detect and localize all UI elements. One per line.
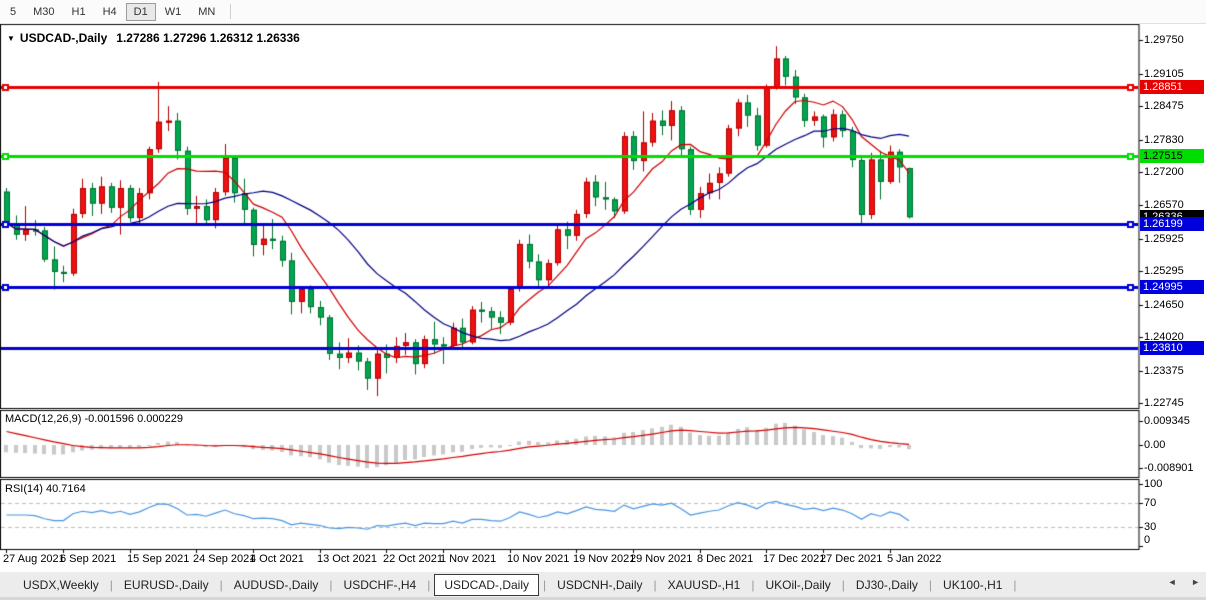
- price-axis-label: 1.24650: [1144, 300, 1184, 311]
- rsi-axis-label: 30: [1144, 522, 1156, 533]
- tab-separator: |: [541, 578, 548, 592]
- price-axis-label: 1.25925: [1144, 234, 1184, 245]
- resistance-level-badge: 1.28851: [1140, 80, 1204, 94]
- tab-scroll-left-icon[interactable]: ◄: [1168, 577, 1177, 587]
- date-axis-label: 17 Dec 2021: [763, 553, 825, 565]
- price-axis-label: 1.29105: [1144, 69, 1184, 80]
- chart-title: ▼ USDCAD-,Daily 1.27286 1.27296 1.26312 1.…: [7, 31, 300, 45]
- tab-eurusd-daily[interactable]: EURUSD-,Daily: [115, 575, 218, 595]
- tab-separator: |: [108, 578, 115, 592]
- tab-separator: |: [425, 578, 432, 592]
- date-axis-label: 27 Dec 2021: [820, 553, 882, 565]
- timeframe-h4-button[interactable]: H4: [95, 3, 125, 21]
- support-level-badge: 1.27515: [1140, 149, 1204, 163]
- date-axis-label: 15 Sep 2021: [127, 553, 189, 565]
- rsi-axis-label: 0: [1144, 535, 1150, 546]
- date-axis-label: 19 Nov 2021: [573, 553, 635, 565]
- date-axis-label: 1 Nov 2021: [440, 553, 496, 565]
- chart-canvas[interactable]: [0, 0, 1206, 600]
- price-axis-label: 1.28475: [1144, 101, 1184, 112]
- price-axis-label: 1.27200: [1144, 167, 1184, 178]
- toolbar-separator: [230, 4, 231, 19]
- tab-separator: |: [327, 578, 334, 592]
- chart-quote-ohlc: 1.27286 1.27296 1.26312 1.26336: [116, 31, 300, 45]
- rsi-indicator-label: RSI(14) 40.7164: [5, 483, 86, 495]
- tab-separator: |: [652, 578, 659, 592]
- date-axis-label: 24 Sep 2021: [193, 553, 255, 565]
- tab-separator: |: [1011, 578, 1018, 592]
- tab-usdcnh-daily[interactable]: USDCNH-,Daily: [548, 575, 651, 595]
- date-axis-label: 27 Aug 2021: [3, 553, 65, 565]
- price-axis-label: 1.25295: [1144, 266, 1184, 277]
- price-axis-label: 1.22745: [1144, 398, 1184, 409]
- timeframe-mn-button[interactable]: MN: [190, 3, 223, 21]
- tab-xauusd-h1[interactable]: XAUUSD-,H1: [659, 575, 750, 595]
- date-axis-label: 4 Oct 2021: [250, 553, 304, 565]
- level-badge: 1.26199: [1140, 217, 1204, 231]
- date-axis-label: 13 Oct 2021: [317, 553, 377, 565]
- timeframe-toolbar: 5M30H1H4D1W1MN: [0, 0, 1206, 24]
- tab-separator: |: [749, 578, 756, 592]
- tab-usdchf-h4[interactable]: USDCHF-,H4: [335, 575, 426, 595]
- chart-symbol-label: USDCAD-,Daily: [20, 31, 107, 45]
- date-axis-label: 10 Nov 2021: [507, 553, 569, 565]
- price-axis-label: 1.27830: [1144, 135, 1184, 146]
- date-axis-label: 5 Jan 2022: [887, 553, 941, 565]
- trading-terminal-window: 5M30H1H4D1W1MN ▼ USDCAD-,Daily 1.27286 1.2…: [0, 0, 1206, 600]
- level-badge: 1.24995: [1140, 280, 1204, 294]
- macd-axis-label: -0.008901: [1144, 463, 1194, 474]
- tab-scroll-arrows: ◄ ►: [1156, 577, 1200, 587]
- rsi-axis-label: 70: [1144, 498, 1156, 509]
- timeframe-d1-button[interactable]: D1: [126, 3, 156, 21]
- timeframe-w1-button[interactable]: W1: [157, 3, 190, 21]
- tab-dj30-daily[interactable]: DJ30-,Daily: [847, 575, 927, 595]
- date-axis-label: 22 Oct 2021: [383, 553, 443, 565]
- timeframe-5-button[interactable]: 5: [2, 3, 24, 21]
- chart-tab-bar: USDX,Weekly|EURUSD-,Daily|AUDUSD-,Daily|…: [0, 571, 1206, 597]
- tab-usdx-weekly[interactable]: USDX,Weekly: [14, 575, 108, 595]
- tab-usdcad-daily[interactable]: USDCAD-,Daily: [434, 574, 539, 596]
- tab-separator: |: [218, 578, 225, 592]
- date-axis-label: 8 Dec 2021: [697, 553, 753, 565]
- tab-separator: |: [840, 578, 847, 592]
- macd-axis-label: 0.00: [1144, 440, 1165, 451]
- macd-indicator-label: MACD(12,26,9) -0.001596 0.000229: [5, 413, 183, 425]
- rsi-axis-label: 100: [1144, 479, 1162, 490]
- price-axis-label: 1.29750: [1144, 35, 1184, 46]
- date-axis-label: 6 Sep 2021: [60, 553, 116, 565]
- collapse-arrow-icon[interactable]: ▼: [7, 34, 15, 43]
- level-badge: 1.23810: [1140, 341, 1204, 355]
- tab-ukoil-daily[interactable]: UKOil-,Daily: [756, 575, 839, 595]
- date-axis-label: 29 Nov 2021: [630, 553, 692, 565]
- price-axis-label: 1.23375: [1144, 366, 1184, 377]
- timeframe-m30-button[interactable]: M30: [25, 3, 62, 21]
- tab-separator: |: [927, 578, 934, 592]
- tab-uk100-h1[interactable]: UK100-,H1: [934, 575, 1011, 595]
- tab-scroll-right-icon[interactable]: ►: [1191, 577, 1200, 587]
- timeframe-h1-button[interactable]: H1: [64, 3, 94, 21]
- tab-audusd-daily[interactable]: AUDUSD-,Daily: [225, 575, 328, 595]
- macd-axis-label: 0.009345: [1144, 416, 1190, 427]
